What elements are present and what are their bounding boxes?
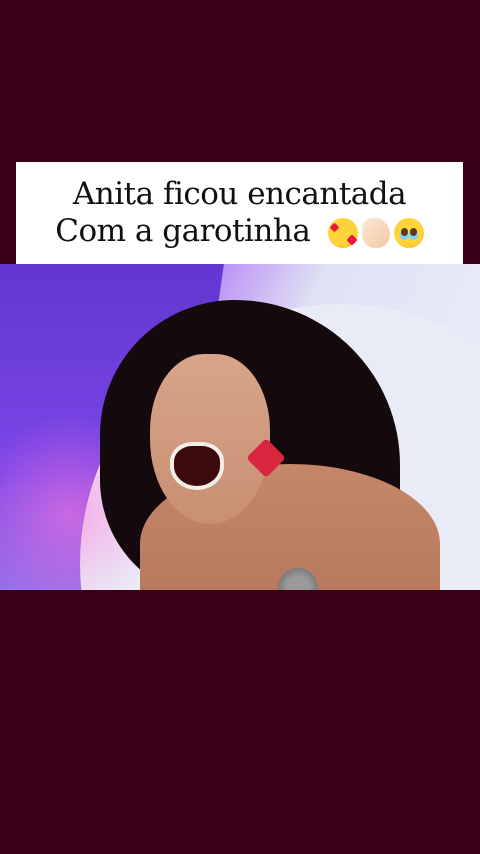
person-face — [150, 354, 270, 524]
video-post-screen: Anita ficou encantada Com a garotinha — [0, 0, 480, 854]
face-holding-back-tears-icon — [393, 217, 424, 248]
caption-emojis — [327, 217, 424, 248]
caption-card: Anita ficou encantada Com a garotinha — [16, 162, 463, 264]
caption-line-1: Anita ficou encantada — [72, 176, 407, 212]
caption-line-2-text: Com a garotinha — [55, 213, 311, 249]
video-frame[interactable] — [0, 264, 480, 590]
person-mouth — [170, 442, 224, 490]
smiling-face-with-hearts-icon — [327, 217, 358, 248]
caption-line-2: Com a garotinha — [55, 213, 424, 250]
clapping-hands-icon — [361, 217, 390, 248]
